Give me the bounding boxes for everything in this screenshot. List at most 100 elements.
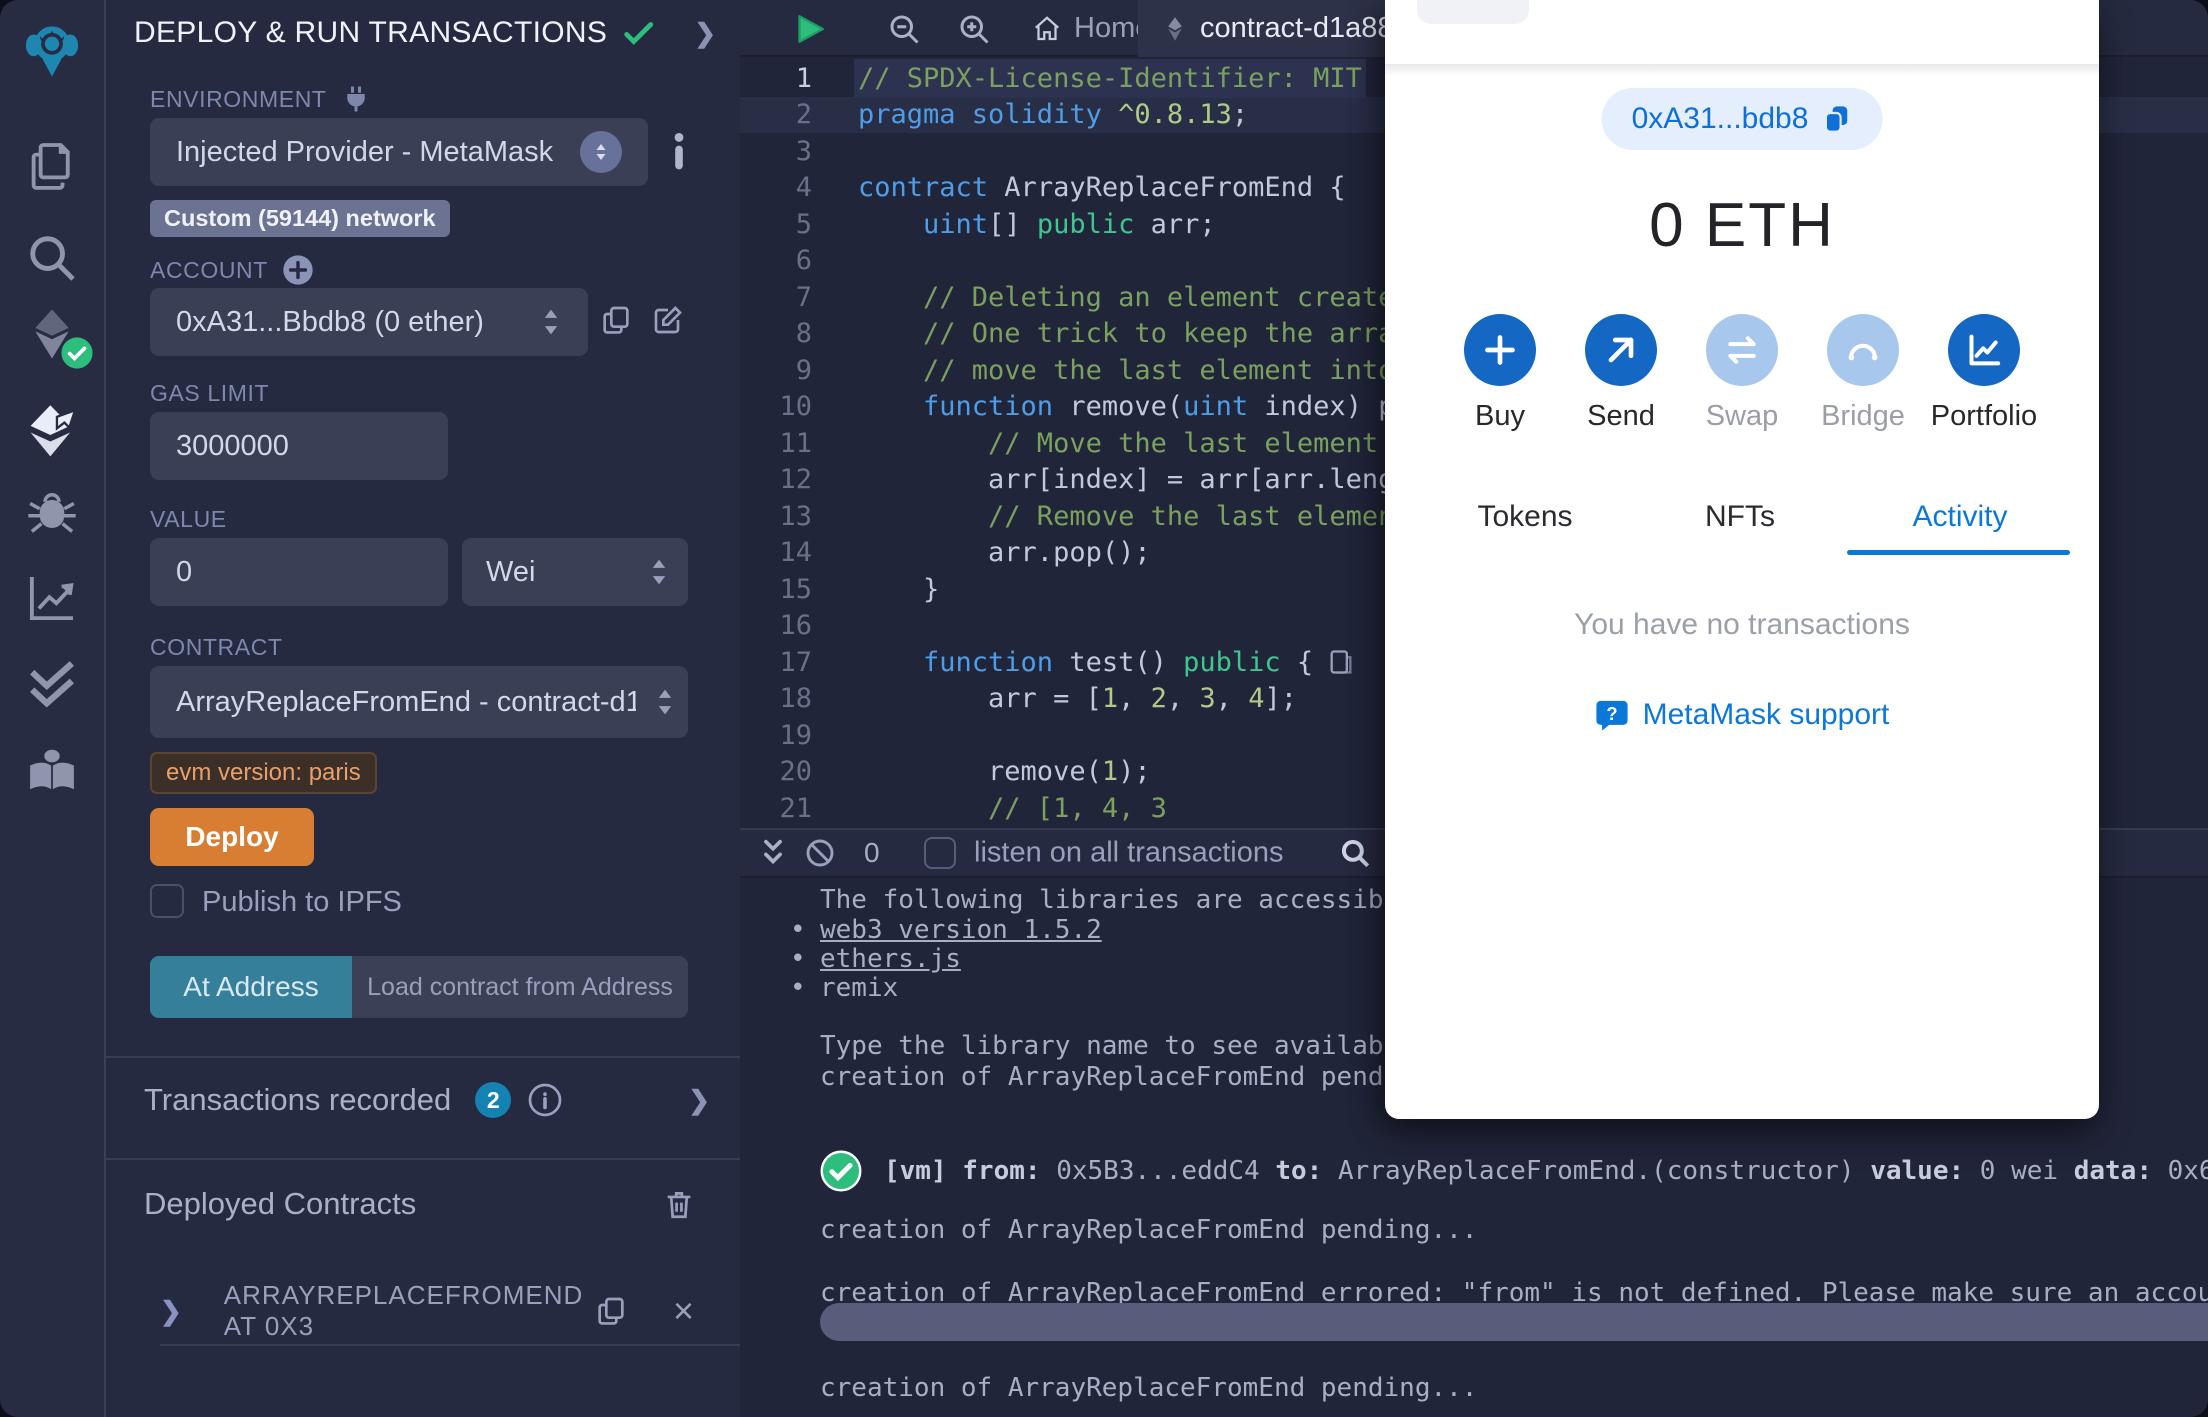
home-icon <box>1035 15 1059 40</box>
zoom-in-icon[interactable] <box>956 11 992 47</box>
metamask-support-link[interactable]: ? MetaMask support <box>1385 698 2099 732</box>
terminal-log-line: [vm] from: 0x5B3...eddC4 to: ArrayReplac… <box>820 1150 2208 1192</box>
account-caret-icon <box>544 309 558 335</box>
terminal-link[interactable]: web3 version 1.5.2 <box>820 915 1102 945</box>
contract-label: CONTRACT <box>150 634 283 660</box>
plug-icon[interactable] <box>341 84 371 114</box>
terminal-log-line: creation of ArrayReplaceFromEnd pending.… <box>820 1215 1478 1245</box>
send-button[interactable]: Send <box>1566 314 1676 433</box>
panel-divider <box>106 1158 740 1160</box>
sidebar-learneth-icon[interactable] <box>24 742 80 798</box>
line-number: 12 <box>779 464 812 496</box>
sidebar-remix-logo[interactable] <box>24 22 80 78</box>
add-account-icon[interactable] <box>282 254 314 286</box>
evm-version-badge: evm version: paris <box>150 752 377 794</box>
line-number: 13 <box>779 500 812 532</box>
line-number: 8 <box>795 318 812 350</box>
compile-success-check-icon <box>624 22 654 45</box>
remove-deployed-close-icon[interactable]: × <box>673 1293 694 1329</box>
terminal-horizontal-scrollbar[interactable] <box>820 1303 2208 1341</box>
copy-deployed-icon[interactable] <box>595 1295 627 1327</box>
copy-account-icon[interactable] <box>600 304 632 336</box>
listen-transactions-label[interactable]: listen on all transactions <box>974 837 1284 870</box>
swap-button[interactable]: Swap <box>1687 314 1797 433</box>
bridge-icon <box>1827 314 1899 386</box>
edit-account-icon[interactable] <box>652 304 684 336</box>
zoom-out-icon[interactable] <box>886 11 922 47</box>
publish-ipfs-label[interactable]: Publish to IPFS <box>202 886 402 919</box>
contract-select[interactable]: ArrayReplaceFromEnd - contract-d1a8 <box>150 666 688 738</box>
deployed-contract-row[interactable]: ARRAYREPLACEFROMEND AT 0X3 <box>224 1280 595 1342</box>
sidebar-unit-testing-icon[interactable] <box>24 656 80 712</box>
line-number: 16 <box>779 610 812 642</box>
environment-caret-icon[interactable] <box>580 131 622 173</box>
icon-rail <box>0 0 106 1417</box>
sidebar-search-icon[interactable] <box>24 230 80 286</box>
remix-ide-window: DEPLOY & RUN TRANSACTIONS ❯ ENVIRONMENT … <box>0 0 2208 1417</box>
line-number: 6 <box>795 245 812 277</box>
transactions-count-badge: 2 <box>475 1082 512 1118</box>
clear-console-ban-icon[interactable] <box>804 837 836 869</box>
run-script-play-icon[interactable] <box>792 11 828 47</box>
panel-title: DEPLOY & RUN TRANSACTIONS <box>134 16 608 49</box>
sidebar-file-explorer-icon[interactable] <box>24 138 80 194</box>
listen-transactions-checkbox[interactable] <box>924 837 956 869</box>
sidebar-deploy-run-icon[interactable] <box>24 402 80 458</box>
sidebar-analytics-icon[interactable] <box>24 570 80 626</box>
line-number: 2 <box>795 99 812 131</box>
deploy-button[interactable]: Deploy <box>150 808 314 866</box>
metamask-actions-row: Buy Send Swap Bridge Portfolio <box>1385 314 2099 433</box>
line-number: 21 <box>779 792 812 824</box>
eth-balance: 0 ETH <box>1649 191 1835 260</box>
line-number: 11 <box>779 427 812 459</box>
sidebar-debugger-icon[interactable] <box>24 486 80 542</box>
line-number: 20 <box>779 756 812 788</box>
active-tab-underline <box>1847 550 2070 555</box>
transactions-info-icon[interactable] <box>527 1082 563 1118</box>
deployed-contracts-title: Deployed Contracts <box>144 1186 417 1221</box>
line-number: 14 <box>779 537 812 569</box>
value-unit-select[interactable]: Wei <box>462 538 688 606</box>
run-function-annotation-icon[interactable] <box>1327 648 1355 676</box>
line-number: 19 <box>779 719 812 751</box>
environment-info-icon[interactable] <box>672 132 686 170</box>
swap-icon <box>1706 314 1778 386</box>
at-address-button[interactable]: At Address <box>150 956 352 1018</box>
metamask-tab-nfts[interactable]: NFTs <box>1705 500 1775 534</box>
network-badge: Custom (59144) network <box>150 200 450 237</box>
solidity-file-icon <box>1168 16 1182 41</box>
load-contract-button[interactable]: Load contract from Address <box>352 956 688 1018</box>
account-select[interactable]: 0xA31...Bbdb8 (0 ether) <box>150 288 588 356</box>
terminal-log-line: creation of ArrayReplaceFromEnd pending.… <box>820 1373 1478 1403</box>
terminal-search-icon[interactable] <box>1338 836 1372 870</box>
environment-label: ENVIRONMENT <box>150 85 327 112</box>
line-number: 4 <box>795 172 812 204</box>
transactions-expand-chevron-icon[interactable]: ❯ <box>688 1085 710 1116</box>
portfolio-button[interactable]: Portfolio <box>1929 314 2039 433</box>
gas-limit-input[interactable]: 3000000 <box>150 412 448 480</box>
expand-terminal-chevrons-icon[interactable] <box>758 836 788 870</box>
svg-text:?: ? <box>1606 703 1617 724</box>
publish-ipfs-checkbox[interactable] <box>150 884 184 918</box>
clear-deployed-trash-icon[interactable] <box>662 1187 696 1221</box>
gas-limit-label: GAS LIMIT <box>150 380 270 406</box>
no-transactions-text: You have no transactions <box>1574 608 1910 641</box>
copy-address-icon <box>1824 106 1848 133</box>
metamask-network-button-cut[interactable] <box>1417 0 1529 24</box>
compiled-check-badge <box>60 336 94 370</box>
metamask-header-divider <box>1385 64 2099 76</box>
deployed-row-chevron-icon[interactable]: ❯ <box>160 1296 182 1327</box>
sidebar-solidity-compiler-icon[interactable] <box>24 306 93 369</box>
line-number: 7 <box>795 281 812 313</box>
value-input[interactable]: 0 <box>150 538 448 606</box>
metamask-tab-activity[interactable]: Activity <box>1912 500 2007 534</box>
panel-collapse-chevron-icon[interactable]: ❯ <box>694 18 716 49</box>
line-number: 15 <box>779 573 812 605</box>
terminal-link[interactable]: ethers.js <box>820 944 961 974</box>
bridge-button[interactable]: Bridge <box>1808 314 1918 433</box>
line-number: 9 <box>795 354 812 386</box>
buy-button[interactable]: Buy <box>1445 314 1555 433</box>
environment-select[interactable]: Injected Provider - MetaMask <box>150 118 648 186</box>
metamask-tab-tokens[interactable]: Tokens <box>1477 500 1572 534</box>
metamask-address-pill[interactable]: 0xA31...bdb8 <box>1601 88 1883 150</box>
